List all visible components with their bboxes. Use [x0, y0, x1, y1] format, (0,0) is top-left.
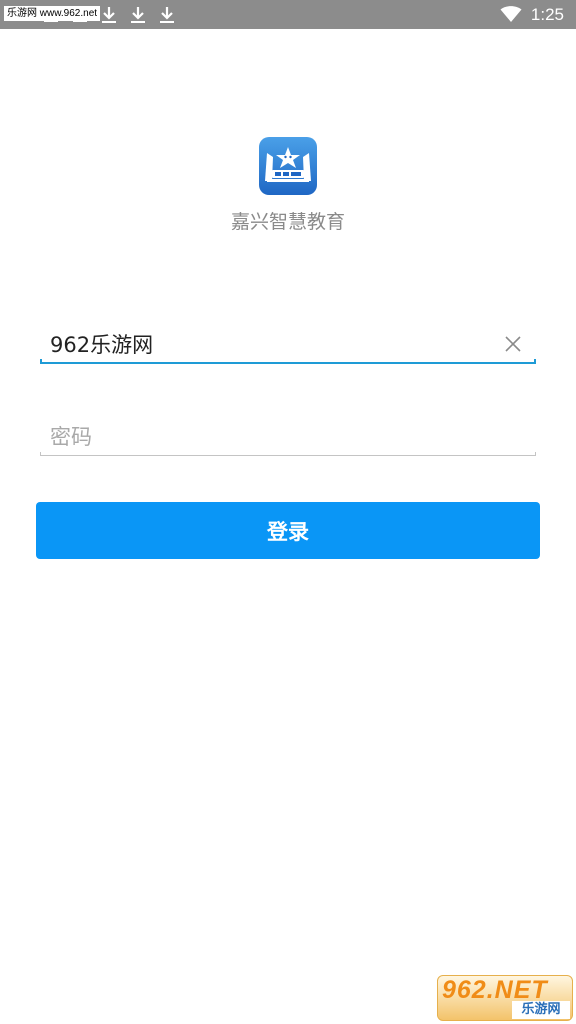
download-icon [102, 7, 116, 23]
minus-icon [44, 20, 58, 22]
clear-icon[interactable] [504, 335, 522, 353]
wifi-icon [500, 6, 522, 22]
minus-icon [73, 20, 87, 22]
watermark-site-name: 乐游网 [512, 1001, 570, 1019]
status-bar: 乐游网 www.962.net 1:25 [0, 0, 576, 29]
download-icon [131, 7, 145, 23]
username-underline [40, 359, 536, 364]
download-icon [160, 7, 174, 23]
password-field[interactable]: 密码 [40, 417, 536, 457]
app-name: 嘉兴智慧教育 [230, 211, 345, 233]
password-placeholder[interactable]: 密码 [50, 423, 92, 451]
username-field[interactable]: 962乐游网 [40, 325, 536, 365]
watermark-number: 962.NET [442, 976, 548, 1004]
login-button[interactable]: 登录 [36, 502, 540, 559]
site-watermark-logo: 962.NET 乐游网 [437, 975, 573, 1021]
clock: 1:25 [530, 5, 564, 24]
app-logo-icon [259, 137, 317, 195]
password-underline [40, 452, 536, 456]
username-value[interactable]: 962乐游网 [50, 331, 153, 359]
